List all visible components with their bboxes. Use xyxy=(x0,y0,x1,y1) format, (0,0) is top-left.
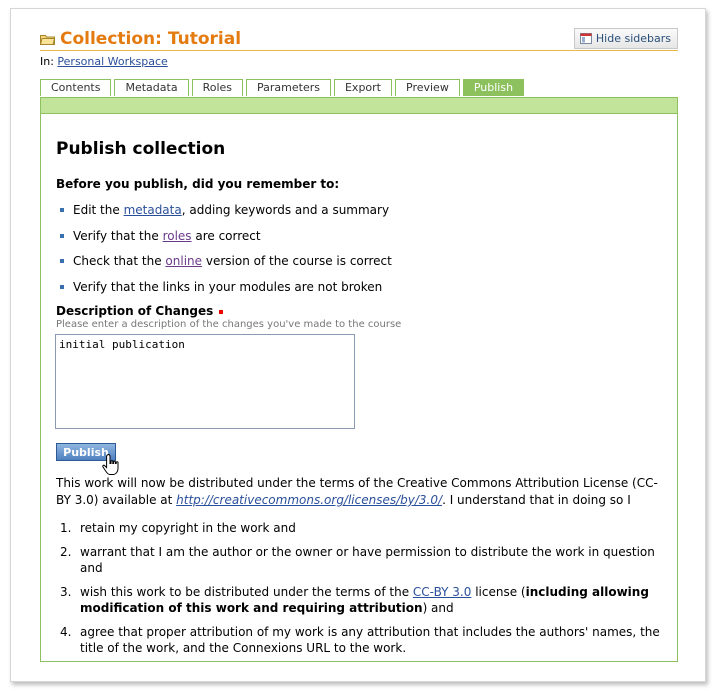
list-item: 4. agree that proper attribution of my wo… xyxy=(56,624,666,656)
tab-publish[interactable]: Publish xyxy=(462,79,525,96)
roles-link[interactable]: roles xyxy=(163,229,192,243)
tab-underline-bar xyxy=(40,97,678,114)
breadcrumb-link-workspace[interactable]: Personal Workspace xyxy=(57,55,167,68)
tab-roles[interactable]: Roles xyxy=(191,79,244,96)
checklist-text: Verify that the links in your modules ar… xyxy=(73,279,383,294)
required-marker-icon xyxy=(219,309,224,314)
list-text: ) and xyxy=(422,601,454,615)
bullet-icon xyxy=(60,284,64,289)
tab-contents[interactable]: Contents xyxy=(40,79,112,96)
list-text: agree that proper attribution of my work… xyxy=(80,625,660,655)
tab-export[interactable]: Export xyxy=(333,79,392,96)
list-number: 3. xyxy=(60,585,72,599)
breadcrumb: In: Personal Workspace xyxy=(40,55,168,68)
checklist-item: Edit the metadata, adding keywords and a… xyxy=(60,203,392,229)
terms-paragraph: This work will now be distributed under … xyxy=(56,475,666,509)
list-text: wish this work to be distributed under t… xyxy=(80,585,413,599)
tab-bar: Contents Metadata Roles Parameters Expor… xyxy=(40,79,525,97)
terms-text: . I understand that in doing so I xyxy=(442,493,631,507)
list-text: license ( xyxy=(471,585,526,599)
cc-by-link[interactable]: CC-BY 3.0 xyxy=(413,585,471,599)
description-label-text: Description of Changes xyxy=(56,304,214,318)
description-textarea[interactable]: initial publication xyxy=(55,334,355,429)
bullet-icon xyxy=(60,208,64,212)
checklist-item: Verify that the links in your modules ar… xyxy=(60,280,392,306)
bullet-icon xyxy=(60,233,64,238)
terms-list: 1. retain my copyright in the work and 2.… xyxy=(56,520,666,664)
list-number: 1. xyxy=(60,521,72,535)
hide-sidebars-label: Hide sidebars xyxy=(595,32,671,45)
list-item: 1. retain my copyright in the work and xyxy=(56,520,666,536)
list-text: retain my copyright in the work and xyxy=(80,521,296,535)
page-header: Collection: Tutorial Hide sidebars xyxy=(40,28,678,51)
hide-sidebars-button[interactable]: Hide sidebars xyxy=(573,28,678,49)
hand-cursor-icon xyxy=(102,454,119,475)
checklist-text: Edit the xyxy=(73,203,124,217)
online-link[interactable]: online xyxy=(165,254,202,268)
hide-sidebars-icon xyxy=(579,33,592,44)
list-text: warrant that I am the author or the owne… xyxy=(80,545,655,575)
breadcrumb-prefix: In: xyxy=(40,55,54,68)
folder-icon xyxy=(40,35,55,45)
list-item: 3. wish this work to be distributed under… xyxy=(56,584,666,616)
tab-parameters[interactable]: Parameters xyxy=(246,79,331,96)
checklist-item: Verify that the roles are correct xyxy=(60,229,392,255)
description-help: Please enter a description of the change… xyxy=(56,319,402,330)
list-number: 2. xyxy=(60,545,72,559)
checklist-text: version of the course is correct xyxy=(202,254,392,268)
bullet-icon xyxy=(60,259,64,263)
checklist-text: Verify that the xyxy=(73,228,163,243)
checklist-text: Check that the xyxy=(73,254,166,268)
checklist-intro: Before you publish, did you remember to: xyxy=(56,177,340,191)
list-number: 4. xyxy=(60,625,72,639)
checklist-text: , adding keywords and a summary xyxy=(181,203,390,217)
list-item: 2. warrant that I am the author or the ow… xyxy=(56,544,666,576)
tab-preview[interactable]: Preview xyxy=(395,79,460,96)
checklist-text: are correct xyxy=(191,228,261,243)
checklist-item: Check that the online version of the cou… xyxy=(60,254,392,280)
section-heading: Publish collection xyxy=(56,139,226,159)
cc-license-url-link[interactable]: http://creativecommons.org/licenses/by/3… xyxy=(176,493,442,507)
metadata-link[interactable]: metadata xyxy=(124,203,182,217)
tab-metadata[interactable]: Metadata xyxy=(114,79,189,96)
page-title: Collection: Tutorial xyxy=(60,29,242,49)
checklist: Edit the metadata, adding keywords and a… xyxy=(60,203,392,305)
description-label: Description of Changes xyxy=(56,304,224,318)
